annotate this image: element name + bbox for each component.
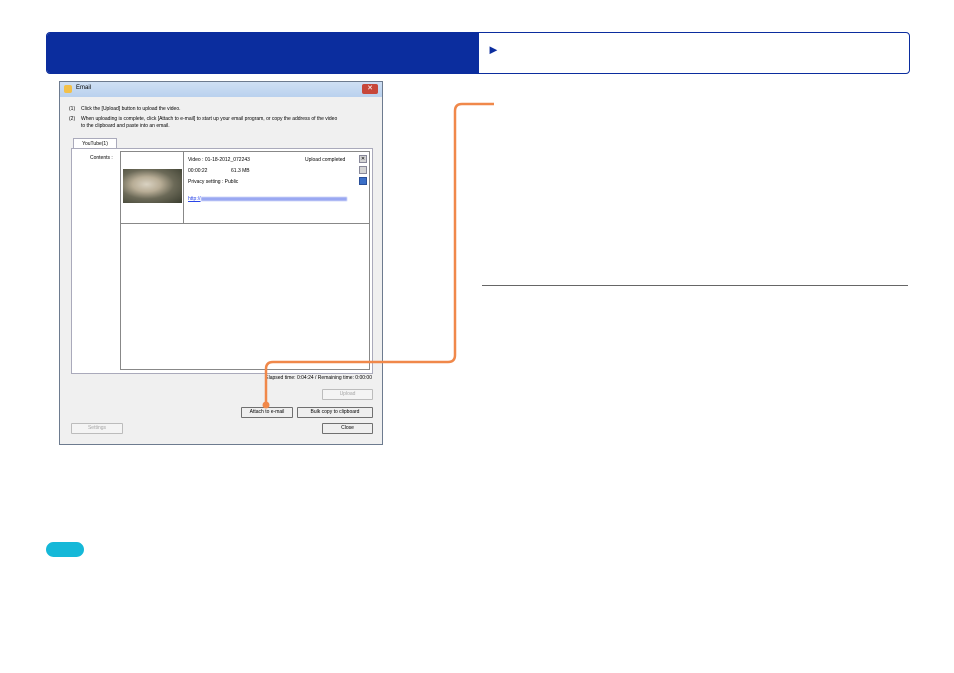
- section-divider: [482, 285, 908, 286]
- window-title: Email: [76, 85, 92, 91]
- close-icon[interactable]: ✕: [362, 84, 378, 94]
- save-icon[interactable]: [359, 177, 367, 185]
- play-arrow-icon: ►: [487, 42, 500, 57]
- banner-title-area: [47, 33, 479, 73]
- settings-button[interactable]: Settings: [71, 423, 123, 434]
- instruction-1: (1) Click the [Upload] button to upload t…: [69, 106, 181, 112]
- contents-label: Contents :: [90, 155, 113, 161]
- video-link[interactable]: http://: [188, 196, 347, 202]
- attach-to-email-button[interactable]: Attach to e-mail: [241, 407, 293, 418]
- video-size: 61.3 MB: [231, 168, 250, 174]
- tab-panel: Contents : Video : 01-18-2012_072243 Upl…: [71, 148, 373, 374]
- instruction-2-cont: to the clipboard and paste into an email…: [81, 123, 170, 129]
- instruction-2: (2) When uploading is complete, click [At…: [69, 116, 338, 122]
- close-button[interactable]: Close: [322, 423, 373, 434]
- upload-button[interactable]: Upload: [322, 389, 373, 400]
- video-duration: 00:00:22: [188, 168, 208, 174]
- video-name: Video : 01-18-2012_072243: [188, 157, 250, 163]
- email-app-icon: [64, 85, 72, 93]
- info-icon[interactable]: [359, 166, 367, 174]
- window-titlebar: Email ✕: [60, 82, 382, 97]
- list-item[interactable]: Video : 01-18-2012_072243 Upload complet…: [121, 152, 369, 224]
- blurred-url: [200, 196, 347, 201]
- thumbnail-cell: [121, 152, 184, 223]
- bulk-copy-button[interactable]: Bulk copy to clipboard: [297, 407, 373, 418]
- note-badge: [46, 542, 84, 557]
- email-window: Email ✕ (1) Click the [Upload] button to …: [59, 81, 383, 445]
- video-thumbnail: [123, 169, 182, 203]
- elapsed-time: Elapsed time: 0:04:24 / Remaining time: …: [265, 375, 372, 381]
- header-banner: ►: [46, 32, 910, 74]
- privacy-setting: Privacy setting : Public: [188, 179, 239, 185]
- upload-list[interactable]: Video : 01-18-2012_072243 Upload complet…: [120, 151, 370, 370]
- delete-icon[interactable]: ✕: [359, 155, 367, 163]
- upload-status: Upload completed: [305, 157, 346, 163]
